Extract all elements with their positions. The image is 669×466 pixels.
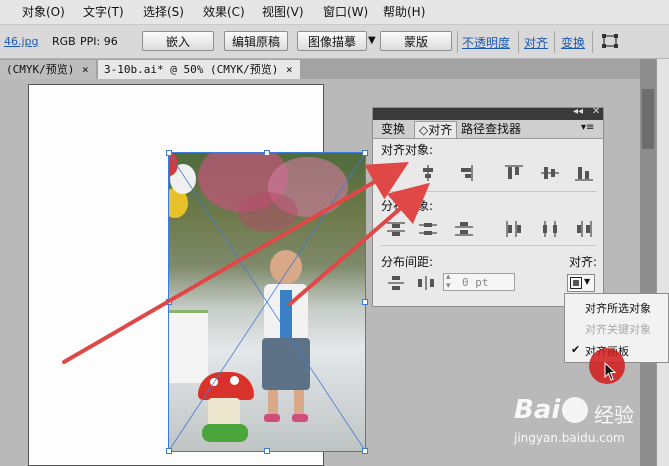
baidu-watermark: Bai 经验 jingyan.baidu.com — [512, 395, 662, 457]
watermark-brand: Bai — [514, 395, 561, 425]
paw-icon — [562, 397, 588, 423]
watermark-url: jingyan.baidu.com — [514, 431, 625, 445]
watermark-suffix: 经验 — [594, 403, 634, 427]
annotation-arrow — [288, 182, 431, 306]
annotation-arrow — [62, 161, 409, 364]
